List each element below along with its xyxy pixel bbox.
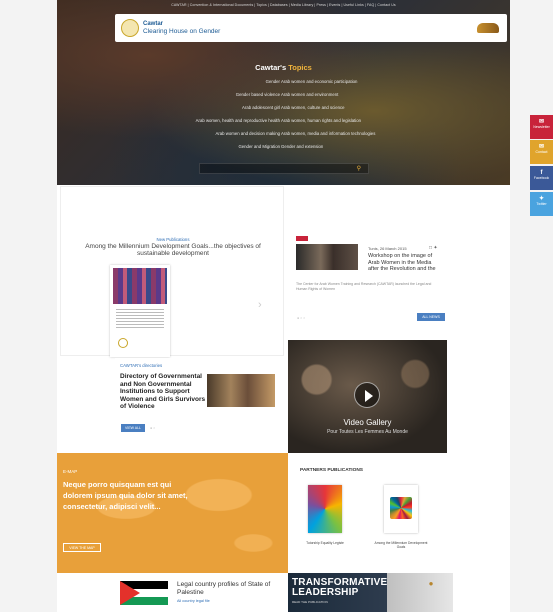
book-caption[interactable]: Tutorship Equality Legiste [295,541,355,545]
topic-link[interactable]: Arab women, culture and science [281,105,345,110]
section-heading: PARTNERS PUBLICATIONS [300,468,363,473]
world-map-icon [57,453,288,573]
contact-button[interactable]: ✉ Contact [530,140,553,164]
news-date: Tunis, 26 March 2015 [368,246,407,251]
play-icon[interactable] [354,382,380,408]
newsletter-button[interactable]: ✉ Newsletter [530,115,553,139]
partners-publications: PARTNERS PUBLICATIONS Tutorship Equality… [288,453,453,573]
cawtar-logo-icon[interactable] [121,19,139,37]
search-input[interactable]: ⚲ [199,163,369,174]
news-card: Tunis, 26 March 2015 □ ✦ Workshop on the… [288,186,448,336]
transformative-leadership-banner[interactable]: TRANSFORMATIVE LEADERSHIP READ THE PUBLIC… [288,573,453,612]
country-profile-card: Legal country profiles of State of Pales… [57,573,288,612]
country-profile-title[interactable]: Legal country profiles of State of Pales… [177,581,287,596]
topic-link[interactable]: Gender and extension [281,144,323,149]
news-badge [296,236,308,241]
topic-link[interactable]: Arab women, health and reproductive heal… [196,118,280,123]
logo-subtitle[interactable]: Clearing House on Gender [143,28,220,35]
publication-title[interactable]: Among the Millennium Development Goals..… [69,243,277,257]
topic-link[interactable]: Arab women and decision making [216,131,281,136]
country-profile-link[interactable]: All country legal file [177,599,210,603]
hero-banner: CAWTAR | Convention & International Docu… [57,0,510,185]
partner-book-cover[interactable] [384,485,418,533]
news-image[interactable] [296,244,358,270]
topic-link[interactable]: Arab women, human rights and legislation [281,118,361,123]
topic-link[interactable]: Gender based violence [236,92,280,97]
section-heading: New Publications [156,237,190,242]
directory-image[interactable] [207,374,275,407]
topic-link[interactable]: Gender and Migration [238,144,280,149]
topic-link[interactable]: Arab women and environment [281,92,338,97]
palestine-flag-icon [120,581,168,605]
banner-subtitle: READ THE PUBLICATION [292,600,328,604]
topic-link[interactable]: Arab women and economic participation [281,79,357,84]
view-all-button[interactable]: VIEW ALL [121,424,145,432]
top-nav[interactable]: CAWTAR | Convention & International Docu… [57,3,510,7]
topic-link[interactable]: Arab adolescent girl [242,105,280,110]
cover-image [113,268,167,304]
publication-cover[interactable] [110,265,170,357]
e-map-section: E-MAP Neque porro quisquam est qui dolor… [57,453,288,573]
chevron-right-icon[interactable]: › [258,299,262,311]
new-publications-card: New Publications Among the Millennium De… [60,186,284,356]
amal-logo-icon: ● [428,579,434,588]
video-subtitle: Pour Toutes Les Femmes Au Monde [327,429,408,435]
partner-logo-icon [477,23,499,33]
news-description: The Center for Arab Women Training and R… [296,282,432,291]
twitter-button[interactable]: ✦ Twitter [530,192,553,216]
news-title[interactable]: Workshop on the image of Arab Women in t… [368,253,438,273]
carousel-dots[interactable]: ● ○ ○ [297,316,305,320]
share-icons[interactable]: □ ✦ [429,245,438,251]
topic-link[interactable]: Arab women, media and information techno… [281,131,375,136]
search-icon[interactable]: ⚲ [357,165,361,172]
directories-card: CAWTAR's directories Directory of Govern… [115,358,287,450]
all-news-button[interactable]: ALL NEWS [417,313,445,321]
view-map-button[interactable]: VIEW THE MAP [63,543,101,552]
book-caption[interactable]: Among the Millennium Development Goals [371,541,431,549]
banner-title: TRANSFORMATIVE LEADERSHIP [292,577,388,598]
map-tag: E-MAP [63,469,78,474]
cover-text [116,309,164,329]
facebook-button[interactable]: f Facebook [530,166,553,190]
video-gallery[interactable]: Video Gallery Pour Toutes Les Femmes Au … [288,340,447,453]
logo-title[interactable]: Cawtar [143,21,163,27]
map-text: Neque porro quisquam est qui dolorem ips… [63,480,188,511]
video-title[interactable]: Video Gallery [288,418,447,427]
topics-title: Cawtar's Topics [255,63,312,72]
partner-book-cover[interactable] [308,485,342,533]
directory-title[interactable]: Directory of Governmental and Non Govern… [120,373,208,411]
site-header: Cawtar Clearing House on Gender [115,14,507,42]
cawtar-logo-icon [118,338,128,348]
carousel-dots[interactable]: ● ○ [150,426,155,430]
section-heading: CAWTAR's directories [120,363,163,368]
topic-link[interactable]: Gender [266,79,280,84]
